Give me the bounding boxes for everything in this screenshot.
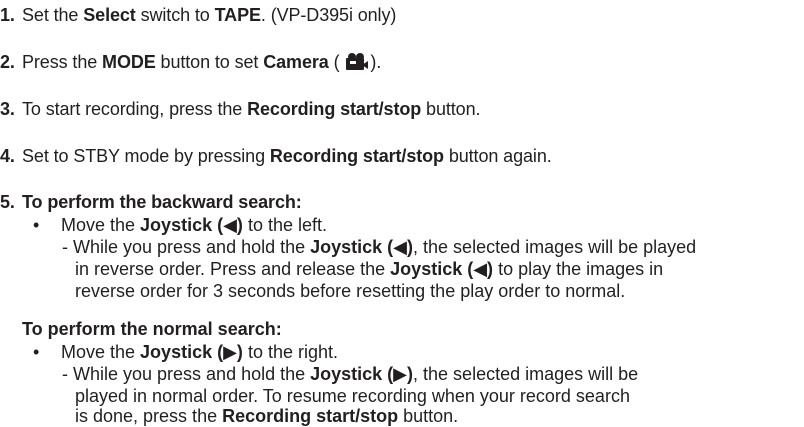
sub-line: - While you press and hold the Joystick …: [62, 237, 697, 257]
step-number: 3.: [0, 99, 15, 119]
step-1: 1. Set the Select switch to TAPE. (VP-D39…: [0, 4, 396, 26]
section-heading: To perform the backward search:: [22, 192, 302, 212]
sub-line: played in normal order. To resume record…: [75, 386, 630, 406]
step-text: To start recording, press the Recording …: [22, 99, 481, 119]
sub-line: reverse order for 3 seconds before reset…: [75, 281, 626, 301]
camera-mode-icon: [346, 53, 369, 71]
section-heading: To perform the normal search:: [22, 319, 282, 339]
sub-line: - While you press and hold the Joystick …: [62, 364, 639, 384]
step-3: 3. To start recording, press the Recordin…: [0, 98, 480, 120]
instruction-document: 1. Set the Select switch to TAPE. (VP-D39…: [0, 0, 804, 426]
step-number: 2.: [0, 52, 15, 72]
step-number: 1.: [0, 5, 15, 25]
bullet-text: Move the Joystick (▶) to the right.: [61, 342, 338, 362]
bullet-text: Move the Joystick (◀) to the left.: [61, 215, 327, 235]
step-text: Set the Select switch to TAPE. (VP-D395i…: [22, 5, 397, 25]
bullet-point: •: [33, 342, 40, 362]
step-number: 5.: [0, 192, 15, 212]
step-text: Set to STBY mode by pressing Recording s…: [22, 146, 552, 166]
step-text: Press the MODE button to set Camera ( ).: [22, 52, 382, 72]
sub-line: in reverse order. Press and release the …: [75, 259, 664, 279]
step-number: 4.: [0, 146, 15, 166]
step-4: 4. Set to STBY mode by pressing Recording…: [0, 145, 552, 167]
step-5-heading: 5. To perform the backward search:: [0, 191, 302, 213]
sub-line: is done, press the Recording start/stop …: [75, 406, 459, 426]
bullet-point: •: [33, 215, 40, 235]
step-2: 2. Press the MODE button to set Camera ( …: [0, 51, 381, 73]
